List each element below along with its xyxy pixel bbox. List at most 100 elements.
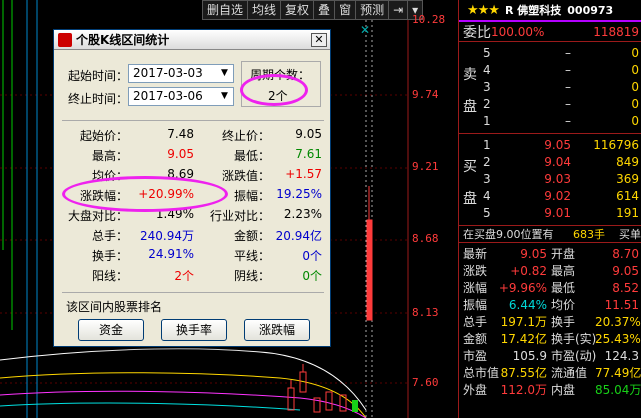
sell-row[interactable]: 4–0 — [483, 61, 641, 78]
start-time-label: 起始时间： — [68, 69, 129, 83]
buy-row[interactable]: 4 9.02 614 — [483, 187, 641, 204]
stat-row: 最高： 9.05 最低： 7.61 — [54, 147, 332, 166]
stat-label: 金额： — [233, 229, 270, 243]
stat-label: 总手： — [91, 229, 128, 243]
end-date-value: 2017-03-06 — [133, 89, 203, 103]
sell-row[interactable]: 2–0 — [483, 95, 641, 112]
quote-row: 振幅 6.44% 均价 11.51 — [463, 297, 639, 313]
buy-row[interactable]: 3 9.03 369 — [483, 170, 641, 187]
quote-table: 最新 9.05 开盘 8.70 涨跌 +0.82 最高 9.05 涨幅 +9.96% 最低 8.5… — [459, 243, 641, 398]
sell-row[interactable]: 3–0 — [483, 78, 641, 95]
buy-status: 在买盘9.00位置有 683手 买单 — [459, 226, 641, 243]
chevron-down-icon[interactable]: ▼ — [217, 89, 232, 104]
stock-code: 000973 — [567, 3, 614, 17]
toolbar-window-button[interactable]: 窗 — [335, 1, 357, 19]
buy-row[interactable]: 2 9.04 849 — [483, 153, 641, 170]
stat-value: 7.48 — [167, 127, 194, 141]
price-tick: 7.60 — [412, 376, 439, 389]
toolbar-arrow-icon[interactable]: ⇥ — [389, 1, 409, 19]
chevron-down-icon[interactable]: ▼ — [217, 66, 232, 81]
stat-label: 平线： — [233, 249, 270, 263]
rating-stars: ★★★ — [467, 2, 500, 18]
stat-value: 0个 — [302, 269, 322, 283]
quote-row: 外盘 112.0万 内盘 85.04万 — [463, 383, 641, 397]
quote-row: 总手 197.1万 换手 20.37% — [463, 314, 641, 330]
stat-value: 20.94亿 — [275, 229, 322, 243]
toolbar-remove-favorite-button[interactable]: 删自选 — [203, 1, 249, 19]
quote-row: 涨幅 +9.96% 最低 8.52 — [463, 280, 639, 296]
quote-panel: ★★★ R 佛塑科技 000973 委比 100.00% 118819 卖 盘 … — [458, 0, 641, 418]
stat-label: 行业对比： — [209, 209, 270, 223]
stat-value: 19.25% — [276, 187, 322, 201]
quote-row: 总市值 87.55亿 流通值 77.49亿 — [463, 366, 641, 380]
toolbar-ma-button[interactable]: 均线 — [248, 1, 282, 19]
divider — [62, 120, 324, 121]
rank-turnover-button[interactable]: 换手率 — [161, 319, 227, 341]
dialog-titlebar[interactable]: 个股K线区间统计 ✕ — [54, 30, 330, 50]
divider — [62, 292, 324, 293]
svg-text:✕: ✕ — [360, 23, 370, 37]
highlight-ellipse — [240, 74, 308, 106]
stat-row: 总手： 240.94万 金额： 20.94亿 — [54, 227, 332, 246]
price-tick: 9.21 — [412, 160, 439, 173]
stat-value: 9.05 — [295, 127, 322, 141]
stat-value: 2个 — [174, 269, 194, 283]
weibi-vol: 118819 — [593, 24, 639, 39]
dialog-title: 个股K线区间统计 — [76, 33, 170, 47]
stat-label: 换手： — [91, 249, 128, 263]
quote-row: 最新 9.05 开盘 8.70 — [463, 246, 639, 262]
start-date-picker[interactable]: 2017-03-03 ▼ — [128, 64, 234, 83]
quote-row: 金额 17.42亿 换手(实) 25.43% — [463, 331, 641, 347]
buy-status-text: 在买盘9.00位置有 — [463, 228, 554, 241]
weibi-row: 委比 100.00% 118819 — [459, 22, 641, 42]
sell-row[interactable]: 1–0 — [483, 112, 641, 129]
stat-row: 换手： 24.91% 平线： 0个 — [54, 247, 332, 266]
stat-row: 起始价： 7.48 终止价： 9.05 — [54, 127, 332, 146]
toolbar-forecast-button[interactable]: 预测 — [356, 1, 390, 19]
quote-row: 市盈 105.9 市盈(动) 124.3 — [463, 348, 639, 364]
toolbar-adjust-button[interactable]: 复权 — [281, 1, 315, 19]
highlight-ellipse — [62, 176, 228, 212]
buy-label: 盘 — [463, 191, 477, 207]
sell-label: 盘 — [463, 99, 477, 115]
stat-label: 终止价： — [221, 129, 270, 143]
stat-value: 240.94万 — [140, 229, 194, 243]
stat-value: 9.05 — [167, 147, 194, 161]
start-date-value: 2017-03-03 — [133, 66, 203, 80]
buy-row[interactable]: 5 9.01 191 — [483, 204, 641, 221]
buy-book: 买 盘 1 9.05 116796 2 9.04 849 3 9.03 369 4 9.02 6… — [459, 134, 641, 226]
chart-toolbar: 删自选 均线 复权 叠 窗 预测 ⇥ ▾ — [202, 0, 424, 20]
stat-label: 起始价： — [79, 129, 128, 143]
buy-status-label: 买单 — [619, 228, 641, 241]
stat-label: 阳线： — [91, 269, 128, 283]
stat-row: 大盘对比： 1.49% 行业对比： 2.23% — [54, 207, 332, 226]
stat-label: 最低： — [233, 149, 270, 163]
end-date-picker[interactable]: 2017-03-06 ▼ — [128, 87, 234, 106]
rank-label: 该区间内股票排名 — [66, 300, 163, 314]
stat-row: 阳线： 2个 阴线： 0个 — [54, 267, 332, 286]
stat-value: 7.61 — [295, 147, 322, 161]
weibi-value: 100.00% — [491, 24, 545, 39]
sell-row[interactable]: 5–0 — [483, 44, 641, 61]
stat-label: 最高： — [91, 149, 128, 163]
toolbar-overlay-button[interactable]: 叠 — [314, 1, 336, 19]
price-tick: 8.13 — [412, 306, 439, 319]
buy-status-vol: 683手 — [573, 228, 605, 241]
rank-change-button[interactable]: 涨跌幅 — [244, 319, 310, 341]
stat-value: 2.23% — [283, 207, 322, 221]
stat-value: +1.57 — [285, 167, 322, 181]
stock-name: R 佛塑科技 — [504, 4, 562, 17]
stat-label: 阴线： — [233, 269, 270, 283]
app-icon — [58, 32, 72, 47]
weibi-label: 委比 — [463, 24, 491, 41]
buy-row[interactable]: 1 9.05 116796 — [483, 136, 641, 153]
stat-value: 0个 — [302, 249, 322, 263]
sell-label: 卖 — [463, 67, 477, 83]
buy-label: 买 — [463, 159, 477, 175]
sell-book: 卖 盘 5–0 4–0 3–0 2–0 1–0 — [459, 42, 641, 134]
rank-capital-button[interactable]: 资金 — [78, 319, 144, 341]
quote-row: 涨跌 +0.82 最高 9.05 — [463, 263, 639, 279]
price-tick: 10.28 — [412, 13, 446, 26]
stat-value: 24.91% — [148, 247, 194, 261]
close-icon[interactable]: ✕ — [311, 32, 327, 47]
